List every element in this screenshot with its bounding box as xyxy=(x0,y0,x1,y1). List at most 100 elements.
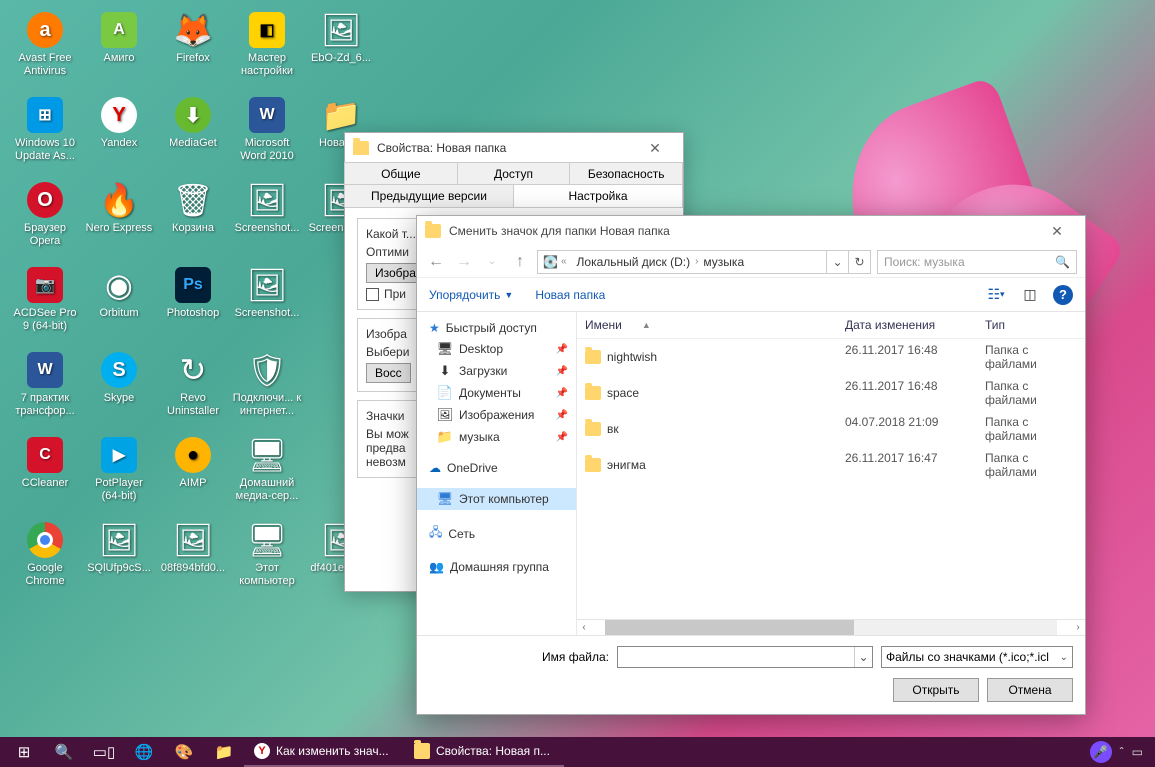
desktop-shortcut[interactable]: PsPhotoshop xyxy=(156,263,230,348)
help-icon[interactable]: ? xyxy=(1053,285,1073,305)
start-button[interactable]: ⊞ xyxy=(4,737,44,767)
icon-label: Домашний медиа-сер... xyxy=(232,477,302,502)
search-icon: 🔍 xyxy=(1055,255,1070,269)
recent-button[interactable]: ⌄ xyxy=(481,251,503,273)
desktop-shortcut[interactable]: 🖥Этот компьютер xyxy=(230,518,304,603)
desktop-shortcut[interactable]: 🦊Firefox xyxy=(156,8,230,93)
app-icon: 🖼 xyxy=(247,180,287,220)
desktop-shortcut[interactable]: CCCleaner xyxy=(8,433,82,518)
desktop-shortcut[interactable]: WMicrosoft Word 2010 xyxy=(230,93,304,178)
desktop-shortcut[interactable]: 🖼Screenshot... xyxy=(230,263,304,348)
back-button[interactable]: ← xyxy=(425,251,447,273)
desktop-shortcut[interactable]: 🖼08f894bfd0... xyxy=(156,518,230,603)
type-column[interactable]: Тип xyxy=(977,312,1085,338)
preview-pane-button[interactable]: ◫ xyxy=(1019,284,1041,306)
icon-label: Подключи... к интернет... xyxy=(232,392,302,417)
desktop-shortcut[interactable]: aAvast Free Antivirus xyxy=(8,8,82,93)
name-column[interactable]: Имени xyxy=(585,318,622,332)
nav-quick-item[interactable]: 📄Документы📌 xyxy=(417,382,576,404)
nav-quick-item[interactable]: ⬇Загрузки📌 xyxy=(417,360,576,382)
search-input[interactable]: Поиск: музыка 🔍 xyxy=(877,250,1077,274)
cancel-button[interactable]: Отмена xyxy=(987,678,1073,702)
folder-icon xyxy=(585,386,601,400)
pinned-app[interactable]: 🎨 xyxy=(164,737,204,767)
desktop-shortcut[interactable]: AАмиго xyxy=(82,8,156,93)
desktop-shortcut[interactable]: ●AIMP xyxy=(156,433,230,518)
nav-quick-item[interactable]: 🖥Desktop📌 xyxy=(417,338,576,360)
properties-tab[interactable]: Предыдущие версии xyxy=(344,184,514,207)
network-item[interactable]: 🖧Сеть xyxy=(417,520,576,547)
desktop-shortcut[interactable]: 🖥Домашний медиа-сер... xyxy=(230,433,304,518)
quick-access-group[interactable]: ★Быстрый доступ xyxy=(417,318,576,338)
file-row[interactable]: space26.11.2017 16:48Папка с файлами xyxy=(577,375,1085,411)
system-tray[interactable]: ˆ ▭ xyxy=(1112,745,1151,759)
column-headers[interactable]: Имени▲ Дата изменения Тип xyxy=(577,312,1085,339)
homegroup-item[interactable]: 👥Домашняя группа xyxy=(417,557,576,577)
voice-button[interactable]: 🎤 xyxy=(1090,741,1112,763)
close-icon[interactable]: ✕ xyxy=(635,137,675,159)
desktop-shortcut[interactable]: OБраузер Opera xyxy=(8,178,82,263)
dialog-title: Сменить значок для папки Новая папка xyxy=(449,224,670,238)
desktop-shortcut[interactable]: ▶PotPlayer (64-bit) xyxy=(82,433,156,518)
file-list[interactable]: nightwish26.11.2017 16:48Папка с файлами… xyxy=(577,339,1085,619)
address-bar[interactable]: 💽« Локальный диск (D:) › музыка ⌄ ↻ xyxy=(537,250,871,274)
action-center-icon[interactable]: ▭ xyxy=(1132,745,1143,759)
up-button[interactable]: ↑ xyxy=(509,251,531,273)
horizontal-scrollbar[interactable]: ‹› xyxy=(577,619,1085,635)
onedrive-item[interactable]: ☁OneDrive xyxy=(417,458,576,478)
organize-menu[interactable]: Упорядочить▼ xyxy=(429,288,513,302)
nav-quick-item[interactable]: 📁музыка📌 xyxy=(417,426,576,448)
desktop-shortcut[interactable]: ↻Revo Uninstaller xyxy=(156,348,230,433)
properties-tab[interactable]: Настройка xyxy=(513,184,683,207)
date-column[interactable]: Дата изменения xyxy=(837,312,977,338)
view-menu[interactable]: ☷ ▾ xyxy=(985,284,1007,306)
chevron-down-icon[interactable]: ⌄ xyxy=(854,647,872,667)
open-button[interactable]: Открыть xyxy=(893,678,979,702)
new-folder-button[interactable]: Новая папка xyxy=(535,288,605,302)
tray-chevron-icon[interactable]: ˆ xyxy=(1120,745,1124,759)
desktop-shortcut[interactable]: 🔥Nero Express xyxy=(82,178,156,263)
apply-checkbox[interactable] xyxy=(366,288,379,301)
properties-titlebar[interactable]: Свойства: Новая папка ✕ xyxy=(345,133,683,163)
desktop-shortcut[interactable]: ⬇MediaGet xyxy=(156,93,230,178)
desktop-shortcut[interactable]: YYandex xyxy=(82,93,156,178)
desktop-shortcut[interactable]: 🛡Подключи... к интернет... xyxy=(230,348,304,433)
file-row[interactable]: вк04.07.2018 21:09Папка с файлами xyxy=(577,411,1085,447)
close-icon[interactable]: ✕ xyxy=(1037,220,1077,242)
desktop-shortcut[interactable]: ◉Orbitum xyxy=(82,263,156,348)
restore-button[interactable]: Восс xyxy=(366,363,411,383)
desktop-shortcut[interactable]: 🖼Screenshot... xyxy=(230,178,304,263)
properties-tab[interactable]: Безопасность xyxy=(569,162,683,185)
desktop-shortcut[interactable]: ⊞Windows 10 Update As... xyxy=(8,93,82,178)
properties-tab[interactable]: Доступ xyxy=(457,162,571,185)
desktop-shortcut[interactable]: 🖼EbO-Zd_6... xyxy=(304,8,378,93)
app-icon: O xyxy=(25,180,65,220)
dialog-titlebar[interactable]: Сменить значок для папки Новая папка ✕ xyxy=(417,216,1085,246)
desktop-shortcut[interactable]: 🖼SQlUfp9cS... xyxy=(82,518,156,603)
taskbar-task-browser[interactable]: Y Как изменить знач... xyxy=(244,737,404,767)
desktop-shortcut[interactable]: W7 практик трансфор... xyxy=(8,348,82,433)
pinned-app[interactable]: 📁 xyxy=(204,737,244,767)
task-view-button[interactable]: ▭▯ xyxy=(84,737,124,767)
filename-input[interactable]: ⌄ xyxy=(617,646,873,668)
file-type-filter[interactable]: Файлы со значками (*.ico;*.icl⌄ xyxy=(881,646,1073,668)
file-row[interactable]: nightwish26.11.2017 16:48Папка с файлами xyxy=(577,339,1085,375)
forward-button[interactable]: → xyxy=(453,251,475,273)
refresh-button[interactable]: ↻ xyxy=(848,251,870,273)
address-dropdown[interactable]: ⌄ xyxy=(826,251,848,273)
nav-quick-item[interactable]: 🖼Изображения📌 xyxy=(417,404,576,426)
pinned-app[interactable]: 🌐 xyxy=(124,737,164,767)
desktop-shortcut[interactable]: SSkype xyxy=(82,348,156,433)
desktop-shortcut[interactable]: 📷ACDSee Pro 9 (64-bit) xyxy=(8,263,82,348)
file-row[interactable]: энигма26.11.2017 16:47Папка с файлами xyxy=(577,447,1085,483)
search-button[interactable]: 🔍 xyxy=(44,737,84,767)
desktop-shortcut[interactable]: Google Chrome xyxy=(8,518,82,603)
properties-tab[interactable]: Общие xyxy=(344,162,458,185)
icon-label: Revo Uninstaller xyxy=(158,392,228,417)
change-icon-dialog: Сменить значок для папки Новая папка ✕ ←… xyxy=(416,215,1086,715)
desktop-shortcut[interactable]: 🗑Корзина xyxy=(156,178,230,263)
this-pc-item[interactable]: 🖥Этот компьютер xyxy=(417,488,576,510)
app-icon: ⬇ xyxy=(173,95,213,135)
taskbar-task-properties[interactable]: Свойства: Новая п... xyxy=(404,737,564,767)
desktop-shortcut[interactable]: ◧Мастер настройки xyxy=(230,8,304,93)
